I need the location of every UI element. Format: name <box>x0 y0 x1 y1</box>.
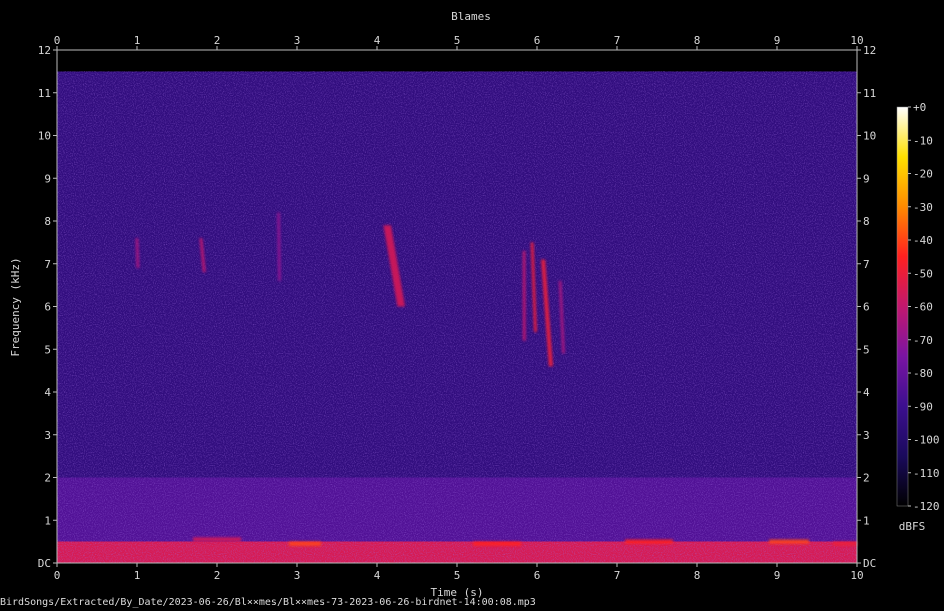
x-axis-bottom: 0 1 2 3 4 5 6 7 8 9 10 <box>54 563 864 582</box>
y-tick-label-right: 6 <box>863 301 870 314</box>
low-freq-event-11 <box>625 539 673 544</box>
x-tick-label-top: 4 <box>374 34 381 47</box>
y-tick-label: 2 <box>44 472 51 485</box>
spectrogram-noise <box>57 71 857 563</box>
colorbar-ticks: +0 -10 -20 -30 -40 -50 -60 -70 -80 -90 -100 -110 -12… <box>908 101 940 513</box>
colorbar-gradient <box>896 106 909 507</box>
x-tick-label-top: 7 <box>614 34 621 47</box>
y-tick-label: 9 <box>44 172 51 185</box>
colorbar-tick-label: -10 <box>913 134 933 147</box>
y-tick-label: 5 <box>44 343 51 356</box>
y-tick-label: 8 <box>44 215 51 228</box>
low-freq-event-9 <box>289 541 321 546</box>
colorbar-tick-label: -100 <box>913 434 940 447</box>
colorbar-tick-label: -50 <box>913 267 933 280</box>
x-axis-top: 0 1 2 3 4 5 6 7 8 9 10 <box>54 34 864 50</box>
y-axis-left: DC123456789101112 <box>38 44 57 570</box>
x-tick-label-top: 0 <box>54 34 61 47</box>
y-tick-label-right: 11 <box>863 87 876 100</box>
y-tick-label: 3 <box>44 429 51 442</box>
y-tick-label: 7 <box>44 258 51 271</box>
y-tick-label-right: 7 <box>863 258 870 271</box>
chart-title: Blames <box>451 10 491 23</box>
y-tick-label-right: 3 <box>863 429 870 442</box>
x-tick-label: 8 <box>694 569 701 582</box>
y-tick-label: 1 <box>44 514 51 527</box>
y-tick-label: 6 <box>44 301 51 314</box>
x-tick-label: 5 <box>454 569 461 582</box>
y-tick-label-right: 8 <box>863 215 870 228</box>
y-tick-label: 12 <box>38 44 51 57</box>
low-freq-event-12 <box>769 539 809 544</box>
y-tick-label-right: 5 <box>863 343 870 356</box>
x-tick-label-top: 5 <box>454 34 461 47</box>
x-tick-label-top: 8 <box>694 34 701 47</box>
x-tick-label-top: 9 <box>774 34 781 47</box>
plot-area <box>56 49 858 564</box>
x-tick-label: 6 <box>534 569 541 582</box>
y-tick-label: DC <box>38 557 51 570</box>
y-tick-label-right: 4 <box>863 386 870 399</box>
y-tick-label-right: 1 <box>863 514 870 527</box>
x-tick-label: 4 <box>374 569 381 582</box>
x-tick-label: 10 <box>850 569 863 582</box>
low-freq-event-13 <box>833 541 857 546</box>
colorbar-tick-label: -80 <box>913 367 933 380</box>
x-tick-label: 7 <box>614 569 621 582</box>
x-tick-label: 3 <box>294 569 301 582</box>
colorbar-tick-label: -70 <box>913 334 933 347</box>
x-tick-label: 1 <box>134 569 141 582</box>
chirp-event-4 <box>522 250 526 341</box>
y-tick-label: 11 <box>38 87 51 100</box>
y-axis-right: DC123456789101112 <box>857 44 876 570</box>
colorbar-tick-label: -110 <box>913 467 940 480</box>
y-tick-label-right: DC <box>863 557 876 570</box>
y-tick-label-right: 9 <box>863 172 870 185</box>
x-tick-label: 0 <box>54 569 61 582</box>
x-tick-label: 9 <box>774 569 781 582</box>
x-tick-label-top: 10 <box>850 34 863 47</box>
colorbar-tick-label: -20 <box>913 168 933 181</box>
colorbar-tick-label: -40 <box>913 234 933 247</box>
x-tick-label: 2 <box>214 569 221 582</box>
low-freq-event-8 <box>193 537 241 542</box>
spectrogram-chart: Blames 0 1 2 3 4 5 6 7 8 9 10 0 1 2 3 4 5 6 7 8 9 10 DC12345… <box>9 10 940 599</box>
x-tick-label-top: 2 <box>214 34 221 47</box>
y-tick-label-right: 2 <box>863 472 870 485</box>
colorbar-tick-label: -30 <box>913 201 933 214</box>
x-tick-label-top: 3 <box>294 34 301 47</box>
colorbar-tick-label: -60 <box>913 301 933 314</box>
colorbar-tick-label: +0 <box>913 101 926 114</box>
y-axis-label: Frequency (kHz) <box>9 257 22 356</box>
low-freq-event-10 <box>473 541 521 546</box>
x-tick-label-top: 6 <box>534 34 541 47</box>
y-tick-label: 4 <box>44 386 51 399</box>
y-tick-label-right: 10 <box>863 130 876 143</box>
colorbar-tick-label: -90 <box>913 400 933 413</box>
x-tick-label-top: 1 <box>134 34 141 47</box>
y-tick-label-right: 12 <box>863 44 876 57</box>
colorbar-tick-label: -120 <box>913 500 940 513</box>
colorbar-label: dBFS <box>899 520 926 533</box>
colorbar: +0 -10 -20 -30 -40 -50 -60 -70 -80 -90 -100 -110 -12… <box>896 101 940 533</box>
y-tick-label: 10 <box>38 130 51 143</box>
file-path: BirdSongs/Extracted/By_Date/2023-06-26/B… <box>0 597 536 608</box>
